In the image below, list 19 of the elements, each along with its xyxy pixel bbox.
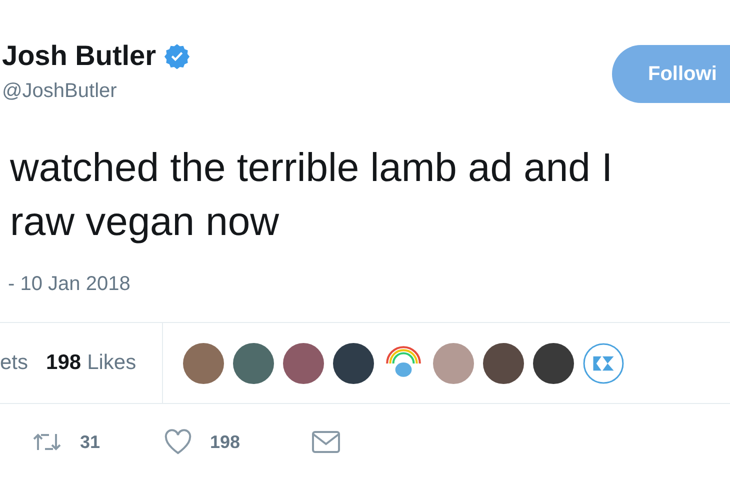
tweet-text: watched the terrible lamb ad and I [10,145,614,192]
likes-count[interactable]: 198 [46,351,82,375]
author-handle[interactable]: @JoshButler [2,80,190,103]
logo-avatar-icon[interactable] [583,342,624,384]
tweet-timestamp[interactable]: - 10 Jan 2018 [0,273,730,296]
retweet-count: 31 [80,432,100,452]
avatar-placeholder[interactable] [533,342,574,384]
tweet-text: raw vegan now [10,199,280,246]
retweets-label[interactable]: ets [0,351,28,375]
likes-label[interactable]: Likes [87,351,136,375]
author-name[interactable]: Josh Butler [2,40,156,72]
mail-icon[interactable] [312,431,340,453]
avatar-placeholder[interactable] [333,342,374,384]
like-count: 198 [210,432,240,452]
following-button[interactable]: Followi [612,45,730,103]
avatar-placeholder[interactable] [283,342,324,384]
avatar-placeholder[interactable] [233,342,274,384]
heart-icon[interactable] [164,429,192,455]
avatar-placeholder[interactable] [483,342,524,384]
